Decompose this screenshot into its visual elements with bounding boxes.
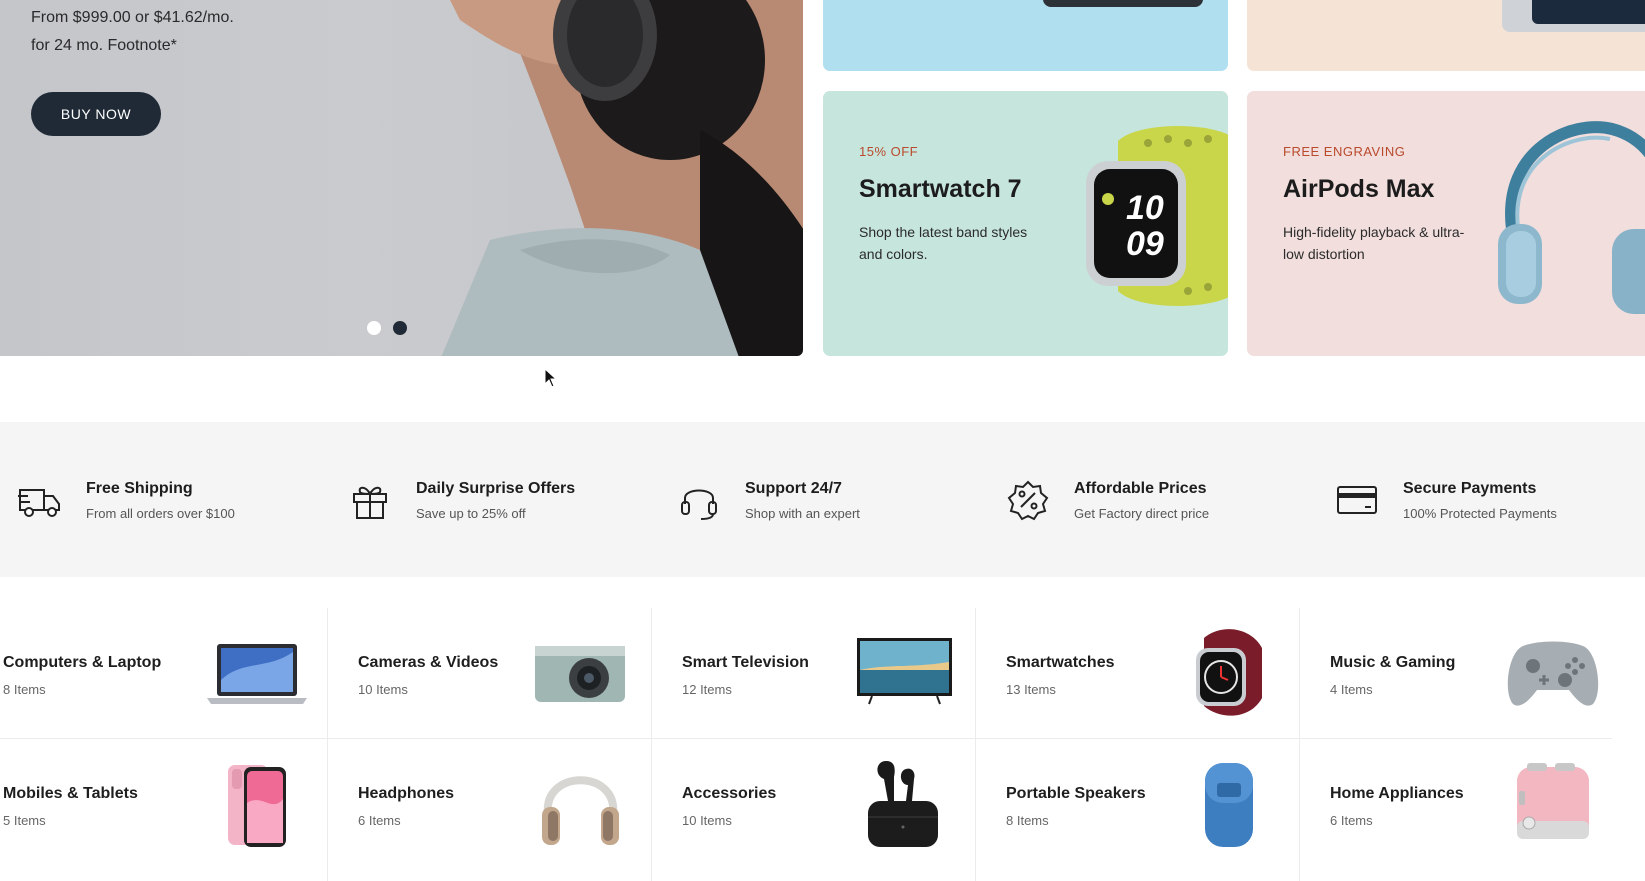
earbuds-image: [868, 761, 938, 847]
storefront-page: From $999.00 or $41.62/mo. for 24 mo. Fo…: [0, 0, 1645, 881]
features-band: Free Shipping From all orders over $100 …: [0, 422, 1645, 577]
feature-title: Daily Surprise Offers: [416, 480, 576, 497]
promo-eyebrow: FREE ENGRAVING: [1283, 144, 1406, 159]
hero-price-line: From $999.00 or $41.62/mo.: [31, 9, 234, 26]
phone-image: [228, 765, 286, 847]
category-grid: Computers & Laptop 8 Items Cameras & Vid…: [0, 608, 1612, 881]
headphones-image: [542, 776, 619, 845]
promo-description: High-fidelity playback & ultra-low disto…: [1283, 224, 1465, 262]
category-name: Accessories: [682, 785, 777, 802]
promo-card-smartwatch[interactable]: 15% OFF Smartwatch 7 Shop the latest ban…: [823, 91, 1228, 356]
feature-subtitle: From all orders over $100: [86, 506, 235, 521]
carousel-dot-1[interactable]: [367, 321, 381, 335]
feature-title: Free Shipping: [86, 480, 193, 497]
promo-description: Shop the latest band styles and colors.: [859, 224, 1028, 262]
promo-card-airpods-max[interactable]: FREE ENGRAVING AirPods Max High-fidelity…: [1247, 91, 1645, 356]
category-count: 6 Items: [1330, 813, 1373, 828]
category-cameras-videos[interactable]: Cameras & Videos 10 Items: [355, 608, 678, 739]
credit-card-icon: [1337, 486, 1377, 514]
category-accessories[interactable]: Accessories 10 Items: [679, 739, 1002, 870]
speaker-image: [1205, 763, 1253, 847]
category-name: Smartwatches: [1006, 654, 1115, 671]
tablet-edge-image: [1502, 0, 1645, 32]
category-count: 10 Items: [358, 682, 408, 697]
toaster-image: [1517, 763, 1589, 839]
category-name: Computers & Laptop: [3, 654, 162, 671]
category-portable-speakers[interactable]: Portable Speakers 8 Items: [1003, 739, 1326, 870]
category-name: Mobiles & Tablets: [3, 785, 138, 802]
svg-text:10: 10: [1126, 189, 1164, 227]
feature-subtitle: 100% Protected Payments: [1403, 506, 1557, 521]
category-count: 12 Items: [682, 682, 732, 697]
promo-eyebrow: 15% OFF: [859, 144, 919, 159]
buy-now-button[interactable]: BUY NOW: [31, 92, 161, 136]
category-music-gaming[interactable]: Music & Gaming 4 Items: [1327, 608, 1645, 739]
camera-image: [535, 646, 625, 702]
category-name: Music & Gaming: [1330, 654, 1456, 671]
feature-title: Support 24/7: [745, 480, 842, 497]
hero-footnote-line: for 24 mo. Footnote*: [31, 37, 177, 54]
promo-title: Smartwatch 7: [859, 175, 1022, 203]
watch-image: [1196, 629, 1262, 716]
category-name: Smart Television: [682, 654, 809, 671]
airpods-max-image: [1498, 121, 1645, 314]
hero-price-text: From $999.00 or $41.62/mo. for 24 mo. Fo…: [31, 4, 234, 60]
gamepad-image: [1507, 641, 1599, 706]
category-mobiles-tablets[interactable]: Mobiles & Tablets 5 Items: [0, 739, 323, 870]
category-count: 8 Items: [3, 682, 46, 697]
hero-banner[interactable]: From $999.00 or $41.62/mo. for 24 mo. Fo…: [0, 0, 803, 356]
feature-title: Secure Payments: [1403, 480, 1537, 497]
feature-title: Affordable Prices: [1074, 480, 1207, 497]
grid-divider: [327, 608, 328, 881]
hero-person-image: [441, 0, 803, 356]
promo-card-top-left[interactable]: [823, 0, 1228, 71]
feature-subtitle: Get Factory direct price: [1074, 506, 1210, 521]
discount-badge-icon: [1007, 480, 1049, 521]
category-smartwatches[interactable]: Smartwatches 13 Items: [1003, 608, 1326, 739]
category-smart-television[interactable]: Smart Television 12 Items: [679, 608, 1002, 739]
category-name: Home Appliances: [1330, 785, 1464, 802]
svg-text:09: 09: [1126, 225, 1164, 263]
tv-image: [857, 638, 952, 705]
device-edge-image: [1043, 0, 1203, 7]
category-count: 8 Items: [1006, 813, 1049, 828]
feature-subtitle: Save up to 25% off: [416, 506, 526, 521]
gift-icon: [353, 486, 387, 519]
category-count: 13 Items: [1006, 682, 1056, 697]
promo-title: AirPods Max: [1283, 175, 1435, 203]
laptop-image: [207, 644, 307, 704]
category-count: 6 Items: [358, 813, 401, 828]
truck-icon: [18, 489, 60, 517]
category-home-appliances[interactable]: Home Appliances 6 Items: [1327, 739, 1645, 870]
headset-icon: [681, 489, 717, 520]
carousel-dot-2[interactable]: [393, 321, 407, 335]
category-count: 4 Items: [1330, 682, 1373, 697]
category-count: 5 Items: [3, 813, 46, 828]
category-name: Portable Speakers: [1006, 785, 1146, 802]
category-name: Headphones: [358, 785, 455, 802]
smartwatch-image: 10 09: [1086, 126, 1228, 306]
category-count: 10 Items: [682, 813, 732, 828]
mouse-cursor-icon: [544, 368, 558, 388]
category-name: Cameras & Videos: [358, 654, 499, 671]
promo-card-top-right[interactable]: [1247, 0, 1645, 71]
category-headphones[interactable]: Headphones 6 Items: [355, 739, 678, 870]
feature-subtitle: Shop with an expert: [745, 506, 860, 521]
carousel-dots: [367, 321, 407, 335]
category-computers-laptop[interactable]: Computers & Laptop 8 Items: [0, 608, 323, 739]
